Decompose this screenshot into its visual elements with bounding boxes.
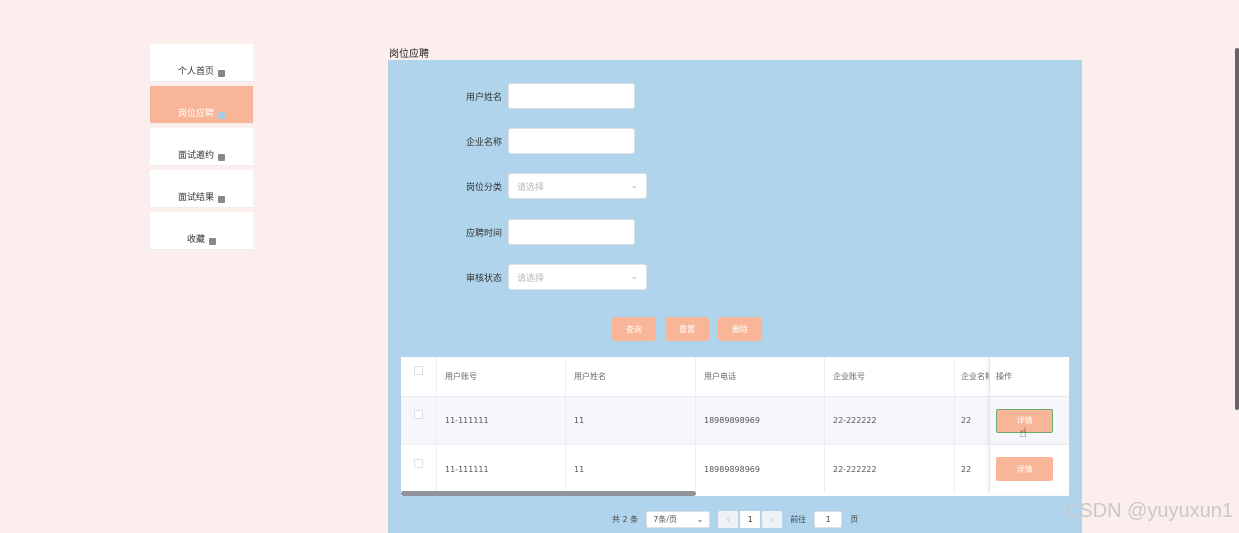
header-company-name: 企业名称	[955, 357, 990, 396]
next-page-button[interactable]: ›	[762, 511, 783, 528]
home-icon	[218, 70, 225, 77]
form-row-user-name: 用户姓名	[350, 83, 635, 109]
page-vertical-scrollbar[interactable]	[1235, 48, 1239, 410]
table-horizontal-scrollbar[interactable]	[401, 491, 696, 496]
apply-time-label: 应聘时间	[465, 228, 502, 239]
hand-cursor-icon: ☝	[1019, 426, 1027, 441]
sidebar-item-home[interactable]: 个人首页	[150, 44, 253, 82]
chevron-down-icon: ⌄	[630, 272, 638, 282]
cell-user-account: 11-111111	[437, 445, 566, 493]
sidebar-item-label: 个人首页	[177, 67, 214, 77]
sidebar: 个人首页 岗位应聘 面试邀约 面试结果 收藏	[150, 44, 253, 254]
form-row-review-status: 审核状态 请选择 ⌄	[350, 264, 647, 290]
cell-company-account: 22-222222	[825, 445, 955, 493]
row-checkbox[interactable]	[414, 410, 423, 419]
data-table: 用户账号 用户姓名 用户电话 企业账号 企业名称 操作 11-111111 11…	[401, 357, 1069, 496]
apply-time-input[interactable]	[508, 219, 635, 245]
page-number-current[interactable]: 1	[740, 511, 761, 528]
goto-page-input[interactable]: 1	[814, 511, 843, 528]
reset-button[interactable]: 重置	[665, 317, 709, 341]
goto-label: 前往	[790, 515, 807, 524]
header-user-name: 用户姓名	[566, 357, 696, 396]
menu-icon	[218, 112, 225, 119]
cell-user-account: 11-111111	[437, 397, 566, 444]
action-buttons: 查询 重置 删除	[612, 317, 762, 341]
cell-company-account: 22-222222	[825, 397, 955, 444]
pagination: 共 2 条 7条/页 ⌄ ‹ 1 › 前往 1 页	[612, 511, 858, 528]
header-checkbox-cell	[401, 357, 437, 396]
company-name-input[interactable]	[508, 128, 635, 154]
sidebar-item-job-application[interactable]: 岗位应聘	[150, 86, 253, 124]
page-size-value: 7条/页	[653, 515, 677, 524]
table-row: 11-111111 11 18989898969 22-222222 22 详情	[401, 397, 1069, 445]
page-title: 岗位应聘	[389, 49, 429, 60]
page-unit-label: 页	[850, 515, 859, 524]
cell-action: 详情	[990, 445, 1069, 493]
job-category-placeholder: 请选择	[517, 182, 545, 193]
table-header-row: 用户账号 用户姓名 用户电话 企业账号 企业名称 操作	[401, 357, 1069, 397]
cell-user-name: 11	[566, 397, 696, 444]
job-category-select[interactable]: 请选择 ⌄	[508, 173, 647, 199]
user-name-label: 用户姓名	[465, 92, 502, 103]
form-row-company-name: 企业名称	[350, 128, 635, 154]
sidebar-item-label: 岗位应聘	[177, 109, 214, 119]
page-size-select[interactable]: 7条/页 ⌄	[646, 511, 711, 528]
cell-user-name: 11	[566, 445, 696, 493]
delete-button[interactable]: 删除	[718, 317, 762, 341]
chevron-down-icon: ⌄	[630, 181, 638, 191]
sidebar-item-favorites[interactable]: 收藏	[150, 212, 253, 250]
review-status-select[interactable]: 请选择 ⌄	[508, 264, 647, 290]
form-row-job-category: 岗位分类 请选择 ⌄	[350, 173, 647, 199]
table-row: 11-111111 11 18989898969 22-222222 22 详情	[401, 445, 1069, 493]
search-button[interactable]: 查询	[612, 317, 656, 341]
row-checkbox-cell	[401, 397, 437, 444]
company-name-label: 企业名称	[465, 137, 502, 148]
select-all-checkbox[interactable]	[414, 366, 423, 375]
prev-page-button[interactable]: ‹	[718, 511, 739, 528]
page-nav: ‹ 1 ›	[718, 511, 783, 528]
total-count: 共 2 条	[612, 515, 639, 524]
sidebar-item-label: 面试结果	[177, 193, 214, 203]
review-status-placeholder: 请选择	[517, 273, 545, 284]
detail-button[interactable]: 详情	[996, 457, 1053, 481]
cell-action: 详情	[990, 397, 1069, 444]
cell-company-name: 22	[955, 397, 990, 444]
menu-icon	[218, 196, 225, 203]
form-row-apply-time: 应聘时间	[350, 219, 635, 245]
cell-company-name: 22	[955, 445, 990, 493]
header-company-account: 企业账号	[825, 357, 955, 396]
watermark: CSDN @yuyuxun1	[1064, 500, 1233, 522]
menu-icon	[209, 238, 216, 245]
sidebar-item-label: 收藏	[186, 235, 205, 245]
menu-icon	[218, 154, 225, 161]
header-phone: 用户电话	[696, 357, 825, 396]
sidebar-item-label: 面试邀约	[177, 151, 214, 161]
header-action: 操作	[990, 357, 1069, 396]
review-status-label: 审核状态	[465, 273, 502, 284]
row-checkbox-cell	[401, 445, 437, 493]
user-name-input[interactable]	[508, 83, 635, 109]
cell-phone: 18989898969	[696, 445, 825, 493]
sidebar-item-interview-result[interactable]: 面试结果	[150, 170, 253, 208]
cell-phone: 18989898969	[696, 397, 825, 444]
row-checkbox[interactable]	[414, 458, 423, 468]
sidebar-item-interview-invite[interactable]: 面试邀约	[150, 128, 253, 166]
header-user-account: 用户账号	[437, 357, 566, 396]
chevron-down-icon: ⌄	[696, 515, 704, 524]
main-panel: 用户姓名 企业名称 岗位分类 请选择 ⌄ 应聘时间 审核状态 请选择 ⌄ 查询 …	[388, 60, 1082, 533]
job-category-label: 岗位分类	[465, 182, 502, 193]
